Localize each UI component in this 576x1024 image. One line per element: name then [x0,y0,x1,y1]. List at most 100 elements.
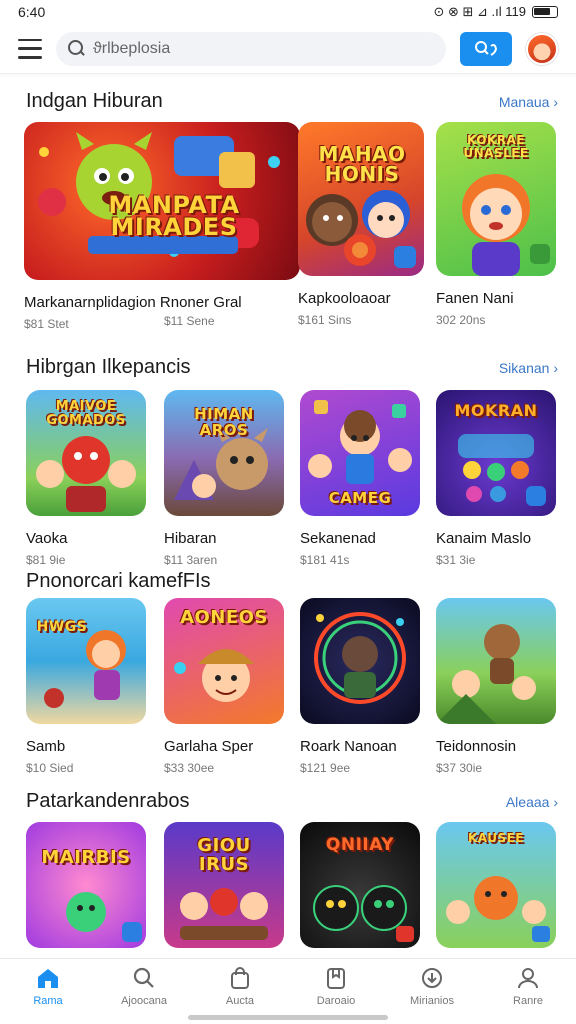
game-name: Roark Nanoan [300,738,397,755]
game-thumbnail: MANPATA MIRADES [24,122,300,280]
download-icon [422,968,442,988]
game-card[interactable]: CAMEG Sekanenad $181 41s [300,390,420,567]
game-name: Teidonnosin [436,738,517,755]
game-art-title: QNIIAY [325,835,395,855]
game-art-title: KAUSEE [468,831,524,845]
game-card[interactable]: HWGS Samb $10 Sied [26,598,146,775]
bag-icon [231,967,249,989]
bottom-nav: Rama Ajoocana Aucta Daroaio Mirianios Ra… [0,958,576,1024]
game-name: Garlaha Sper [164,738,254,755]
section-header: Pnonorcari kamefFIs [26,570,558,593]
game-art-title: MANPATA MIRADES [108,191,240,241]
status-time: 6:40 [18,4,46,20]
profile-icon [518,968,538,989]
game-art-title: CAMEG [328,489,392,507]
user-avatar[interactable] [526,32,558,65]
game-meta: $81 9ie [26,553,66,567]
section-title: Indgan Hiburan [26,90,163,112]
game-card[interactable]: AONEOS Garlaha Sper $33 30ee [164,598,284,775]
search-action-button[interactable] [460,31,512,66]
see-all-link[interactable]: Sikanan › [499,360,558,376]
game-name: Kapkooloaoar [298,290,391,307]
game-name: Samb [26,738,66,755]
status-icons: ⊙ ⊗ ⊞ ⊿ .ıl 119 [433,4,526,19]
see-all-link[interactable]: Aleaaa › [506,794,558,810]
game-name: Hibaran [164,530,217,547]
game-card[interactable]: MOKRAN Kanaim Maslo $31 3ie [436,390,556,567]
game-meta: $37 30ie [436,761,483,775]
game-card[interactable]: GIOU IRUS [164,822,284,948]
game-meta: $181 41s [300,553,350,567]
game-card[interactable]: Roark Nanoan $121 9ee [300,598,420,775]
game-meta: $31 3ie [436,553,476,567]
game-thumbnail: CAMEG [300,390,420,516]
game-thumbnail: GIOU IRUS [164,822,284,948]
nav-item-home[interactable]: Rama [8,967,88,1007]
game-name: Fanen Nani [436,290,514,307]
search-person-icon [475,40,498,56]
game-card[interactable]: KAUSEE [436,822,556,948]
see-all-link[interactable]: Manaua › [499,94,558,110]
section-header: Patarkandenrabos Aleaaa › [26,790,558,813]
section-header: Indgan Hiburan Manaua › [26,90,558,113]
game-card[interactable]: Teidonnosin $37 30ie [436,598,556,775]
game-name: Vaoka [26,530,68,547]
section-header: Hibrgan Ilkepancis Sikanan › [26,356,558,379]
game-name: Sekanenad [300,530,376,547]
game-art-title: AONEOS [180,607,268,628]
main-content: Indgan Hiburan Manaua › MANPATA MIRADES … [0,74,576,958]
search-icon [68,40,85,57]
search-input[interactable] [93,39,434,58]
menu-button[interactable] [18,38,42,59]
section-title: Hibrgan Ilkepancis [26,356,191,378]
game-meta: 302 20ns [436,313,486,327]
game-thumbnail: MAIRBIS [26,822,146,948]
game-thumbnail: KOKRAE UNASLEE [436,122,556,276]
home-indicator[interactable] [188,1015,388,1020]
game-art-title: KOKRAE UNASLEE [463,133,529,160]
nav-label: Aucta [225,995,255,1007]
game-thumbnail: HIMAN AROS [164,390,284,516]
game-card[interactable]: QNIIAY [300,822,420,948]
game-card[interactable]: $11 Sene [164,296,274,328]
nav-item-search[interactable]: Ajoocana [104,967,184,1007]
nav-label: Ajoocana [121,995,167,1007]
game-thumbnail: KAUSEE [436,822,556,948]
game-card[interactable]: MAHAO HONIS Kapkooloaoar $161 Sins [298,122,424,327]
nav-label: Mirianios [409,995,454,1007]
game-meta: $33 30ee [164,761,215,775]
game-meta: $10 Sied [26,761,74,775]
search-box[interactable] [56,31,446,66]
game-meta: $11 Sene [164,314,215,328]
game-thumbnail: AONEOS [164,598,284,724]
section-title: Patarkandenrabos [26,790,190,812]
nav-item-library[interactable]: Daroaio [296,967,376,1007]
game-art-title: HWGS [36,619,88,635]
battery-icon [532,6,558,18]
search-icon [133,967,154,988]
game-thumbnail [436,598,556,724]
top-bar [0,24,576,74]
game-name: Kanaim Maslo [436,530,532,547]
game-card[interactable]: KOKRAE UNASLEE Fanen Nani 302 20ns [436,122,556,327]
game-art-title: MAHAO HONIS [318,142,406,186]
home-icon [38,969,58,988]
game-art-title: GIOU IRUS [197,835,251,875]
game-thumbnail: MAHAO HONIS [298,122,424,276]
game-card[interactable]: MAIRBIS [26,822,146,948]
nav-item-shop[interactable]: Aucta [200,967,280,1007]
game-thumbnail [300,598,420,724]
game-meta: $11 3aren [164,553,218,567]
game-meta: $161 Sins [298,313,352,327]
game-meta: $121 9ee [300,761,351,775]
nav-label: Rama [33,995,63,1007]
game-card[interactable]: HIMAN AROS Hibaran $11 3aren [164,390,284,567]
nav-label: Ranre [513,995,543,1007]
game-thumbnail: MOKRAN [436,390,556,516]
nav-item-downloads[interactable]: Mirianios [392,967,472,1007]
game-art-title: HIMAN AROS [194,405,254,439]
section-title: Pnonorcari kamefFIs [26,570,211,592]
nav-label: Daroaio [316,995,356,1007]
nav-item-profile[interactable]: Ranre [488,967,568,1007]
game-card[interactable]: MAIVOE GOMADOS Vaoka $81 9ie [26,390,146,567]
